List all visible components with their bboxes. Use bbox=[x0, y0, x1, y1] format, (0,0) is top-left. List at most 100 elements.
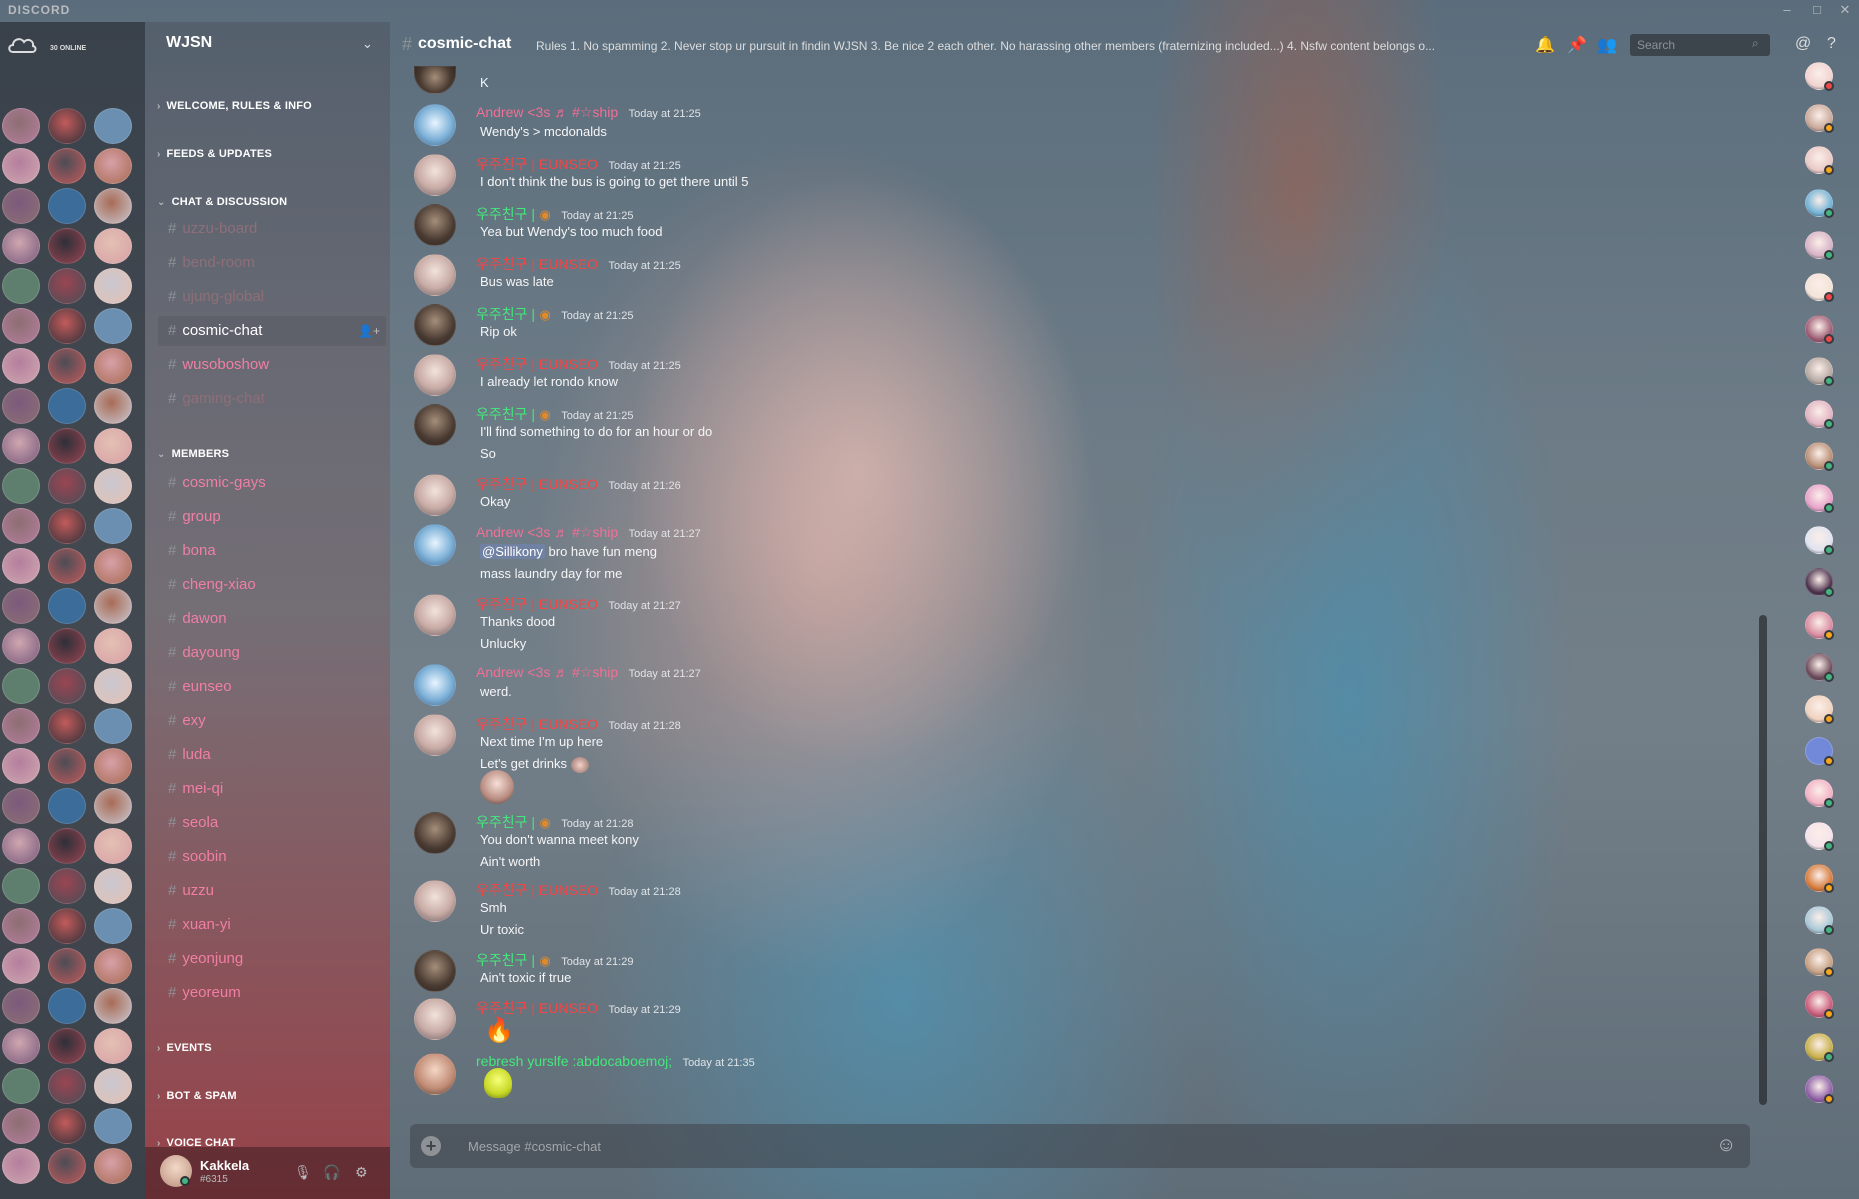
server-icon[interactable] bbox=[94, 868, 132, 904]
category-welcome[interactable]: › WELCOME, RULES & INFO bbox=[157, 100, 312, 112]
channel-wusoboshow[interactable]: # wusoboshow bbox=[168, 356, 269, 373]
server-icon[interactable] bbox=[48, 468, 86, 504]
pin-icon[interactable]: 📌 bbox=[1567, 35, 1587, 55]
server-icon[interactable] bbox=[48, 628, 86, 664]
server-icon[interactable] bbox=[48, 188, 86, 224]
channel-gaming-chat[interactable]: # gaming-chat bbox=[168, 390, 265, 407]
server-icon[interactable] bbox=[2, 348, 40, 384]
server-icon[interactable] bbox=[94, 468, 132, 504]
server-icon[interactable] bbox=[94, 428, 132, 464]
friends-cloud-icon[interactable] bbox=[6, 32, 38, 56]
channel-seola[interactable]: # seola bbox=[168, 814, 218, 831]
message-author[interactable]: 우주친구 | bbox=[476, 306, 535, 322]
channel-uzzu-board[interactable]: # uzzu-board bbox=[168, 220, 257, 237]
server-icon[interactable] bbox=[2, 748, 40, 784]
server-icon[interactable] bbox=[94, 108, 132, 144]
avatar[interactable] bbox=[414, 204, 456, 246]
server-icon[interactable] bbox=[48, 548, 86, 584]
server-icon[interactable] bbox=[94, 1148, 132, 1184]
server-icon[interactable] bbox=[48, 508, 86, 544]
message-author[interactable]: Andrew <3s ♬ #☆ship bbox=[476, 524, 618, 540]
headphones-icon[interactable]: 🎧 bbox=[323, 1164, 340, 1181]
server-icon[interactable] bbox=[94, 1068, 132, 1104]
server-icon[interactable] bbox=[48, 268, 86, 304]
category-bot[interactable]: › BOT & SPAM bbox=[157, 1090, 237, 1102]
server-icon[interactable] bbox=[2, 1028, 40, 1064]
server-icon[interactable] bbox=[94, 268, 132, 304]
channel-topic[interactable]: Rules 1. No spamming 2. Never stop ur pu… bbox=[536, 39, 1516, 53]
channel-ujung-global[interactable]: # ujung-global bbox=[168, 288, 264, 305]
message-author[interactable]: 우주친구 | EUNSEO bbox=[476, 716, 598, 732]
server-icon[interactable] bbox=[48, 388, 86, 424]
server-name[interactable]: WJSN bbox=[166, 34, 212, 52]
server-icon[interactable] bbox=[2, 828, 40, 864]
server-icon[interactable] bbox=[2, 668, 40, 704]
upload-plus-icon[interactable]: + bbox=[421, 1136, 441, 1156]
avatar[interactable] bbox=[414, 104, 456, 146]
user-mention[interactable]: @Sillikony bbox=[480, 544, 545, 559]
help-icon[interactable]: ? bbox=[1827, 35, 1836, 53]
server-icon[interactable] bbox=[2, 588, 40, 624]
server-icon[interactable] bbox=[2, 1108, 40, 1144]
channel-dayoung[interactable]: # dayoung bbox=[168, 644, 240, 661]
invite-icon[interactable]: 👤+ bbox=[358, 324, 380, 338]
channel-soobin[interactable]: # soobin bbox=[168, 848, 227, 865]
server-icon[interactable] bbox=[48, 1028, 86, 1064]
server-icon[interactable] bbox=[94, 1028, 132, 1064]
channel-yeonjung[interactable]: # yeonjung bbox=[168, 950, 243, 967]
channel-cosmic-gays[interactable]: # cosmic-gays bbox=[168, 474, 266, 491]
mute-microphone-icon[interactable]: 🎙 bbox=[294, 1164, 312, 1181]
message-author[interactable]: 우주친구 | bbox=[476, 814, 535, 830]
message-composer[interactable] bbox=[410, 1124, 1750, 1168]
server-icon[interactable] bbox=[2, 308, 40, 344]
server-icon[interactable] bbox=[48, 668, 86, 704]
channel-cosmic-chat[interactable]: # cosmic-chat bbox=[168, 322, 262, 339]
server-icon[interactable] bbox=[48, 228, 86, 264]
server-icon[interactable] bbox=[94, 788, 132, 824]
server-icon[interactable] bbox=[94, 668, 132, 704]
server-icon[interactable] bbox=[94, 628, 132, 664]
server-icon[interactable] bbox=[2, 788, 40, 824]
chevron-down-icon[interactable]: ⌄ bbox=[362, 36, 373, 52]
channel-xuan-yi[interactable]: # xuan-yi bbox=[168, 916, 231, 933]
server-icon[interactable] bbox=[94, 188, 132, 224]
avatar[interactable] bbox=[414, 880, 456, 922]
channel-exy[interactable]: # exy bbox=[168, 712, 206, 729]
category-events[interactable]: › EVENTS bbox=[157, 1042, 212, 1054]
bell-icon[interactable]: 🔔 bbox=[1535, 35, 1555, 55]
server-icon[interactable] bbox=[94, 388, 132, 424]
avatar[interactable] bbox=[414, 998, 456, 1040]
avatar[interactable] bbox=[414, 254, 456, 296]
avatar[interactable] bbox=[414, 404, 456, 446]
server-icon[interactable] bbox=[2, 228, 40, 264]
server-icon[interactable] bbox=[48, 708, 86, 744]
avatar[interactable] bbox=[414, 154, 456, 196]
message-author[interactable]: rebresh yurslfe :abdocaboemoj; bbox=[476, 1053, 672, 1069]
server-icon[interactable] bbox=[48, 948, 86, 984]
category-members[interactable]: ⌄ MEMBERS bbox=[157, 448, 229, 460]
avatar[interactable] bbox=[414, 812, 456, 854]
channel-yeoreum[interactable]: # yeoreum bbox=[168, 984, 241, 1001]
server-icon[interactable] bbox=[48, 1148, 86, 1184]
message-author[interactable]: 우주친구 | EUNSEO bbox=[476, 1000, 598, 1016]
server-icon[interactable] bbox=[2, 1148, 40, 1184]
avatar[interactable] bbox=[414, 594, 456, 636]
message-author[interactable]: 우주친구 | EUNSEO bbox=[476, 156, 598, 172]
close-icon[interactable]: ✕ bbox=[1837, 2, 1853, 18]
message-author[interactable]: 우주친구 | bbox=[476, 406, 535, 422]
channel-cheng-xiao[interactable]: # cheng-xiao bbox=[168, 576, 256, 593]
channel-dawon[interactable]: # dawon bbox=[168, 610, 227, 627]
server-icon[interactable] bbox=[48, 828, 86, 864]
server-icon[interactable] bbox=[48, 988, 86, 1024]
server-icon[interactable] bbox=[94, 228, 132, 264]
server-icon[interactable] bbox=[48, 788, 86, 824]
message-author[interactable]: Andrew <3s ♬ #☆ship bbox=[476, 104, 618, 120]
channel-luda[interactable]: # luda bbox=[168, 746, 211, 763]
server-icon[interactable] bbox=[48, 348, 86, 384]
message-input[interactable]: Message #cosmic-chat bbox=[468, 1139, 601, 1154]
server-icon[interactable] bbox=[94, 548, 132, 584]
server-icon[interactable] bbox=[94, 508, 132, 544]
server-icon[interactable] bbox=[2, 108, 40, 144]
server-icon[interactable] bbox=[48, 428, 86, 464]
server-icon[interactable] bbox=[2, 708, 40, 744]
